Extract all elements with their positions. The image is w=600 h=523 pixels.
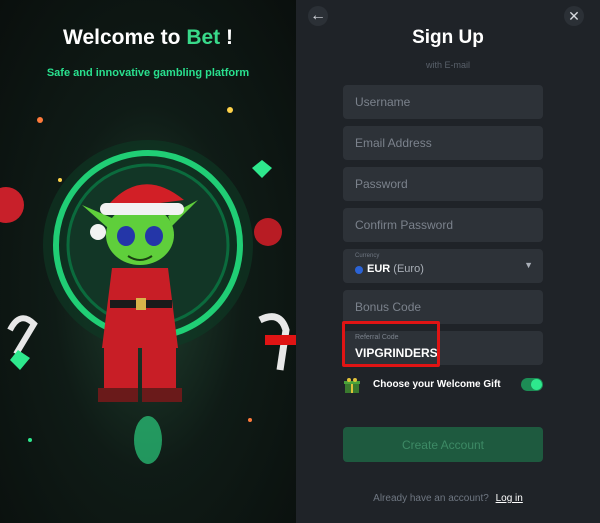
gift-icon	[344, 378, 360, 393]
login-link[interactable]: Log in	[496, 493, 523, 504]
promo-title-prefix: Welcome to	[63, 26, 181, 49]
login-prompt-text: Already have an account?	[373, 493, 489, 504]
email-input[interactable]	[343, 126, 543, 160]
eu-flag-icon	[355, 266, 363, 274]
promo-title: Welcome to Bet !	[0, 26, 296, 50]
promo-title-suffix: !	[226, 26, 233, 49]
back-button[interactable]: ←	[308, 6, 328, 26]
welcome-gift-label: Choose your Welcome Gift	[373, 379, 501, 390]
signup-modal: Welcome to Bet ! Safe and innovative gam…	[0, 0, 600, 523]
brand-logo: Bet	[186, 26, 221, 49]
bonus-code-input[interactable]	[343, 290, 543, 324]
currency-name: (Euro)	[393, 263, 424, 275]
password-field	[343, 167, 543, 201]
toggle-knob	[531, 379, 542, 390]
promo-subtitle: Safe and innovative gambling platform	[46, 67, 250, 79]
currency-select[interactable]: Currency EUR (Euro) ▼	[343, 249, 543, 283]
welcome-gift-row: Choose your Welcome Gift	[343, 375, 543, 395]
promo-panel: Welcome to Bet ! Safe and innovative gam…	[0, 0, 296, 523]
form-title: Sign Up	[412, 27, 484, 48]
signup-form-panel: ← ✕ Sign Up with E-mail Currency EUR (Eu…	[296, 0, 600, 523]
referral-highlight-box	[342, 321, 440, 367]
welcome-gift-toggle[interactable]	[521, 378, 543, 391]
create-account-button[interactable]: Create Account	[343, 427, 543, 462]
currency-label: Currency	[355, 253, 380, 259]
confirm-password-input[interactable]	[343, 208, 543, 242]
password-input[interactable]	[343, 167, 543, 201]
email-field	[343, 126, 543, 160]
arrow-left-icon: ←	[310, 7, 326, 24]
confirm-password-field	[343, 208, 543, 242]
close-button[interactable]: ✕	[564, 6, 584, 26]
form-subtitle: with E-mail	[425, 60, 470, 70]
username-field	[343, 85, 543, 119]
currency-code: EUR	[367, 263, 391, 275]
chevron-down-icon: ▼	[524, 260, 533, 270]
username-input[interactable]	[343, 85, 543, 119]
currency-value: EUR (Euro)	[367, 263, 424, 275]
close-icon: ✕	[568, 7, 580, 24]
bonus-code-field	[343, 290, 543, 324]
login-prompt-row: Already have an account? Log in	[296, 493, 600, 504]
